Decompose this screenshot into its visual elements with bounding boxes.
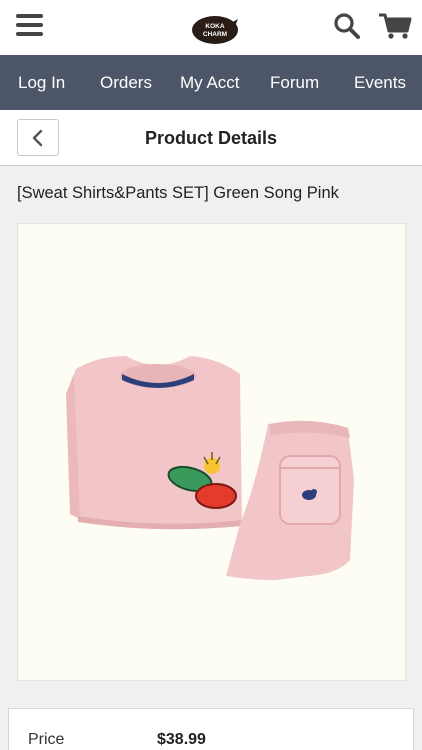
page-title: Product Details — [144, 128, 278, 148]
main-nav: Log In Orders My Acct Forum Events — [0, 55, 422, 110]
nav-login[interactable]: Log In — [18, 73, 65, 93]
nav-forum[interactable]: Forum — [270, 73, 319, 93]
nav-orders[interactable]: Orders — [100, 73, 152, 93]
search-icon[interactable] — [333, 12, 361, 40]
nav-events[interactable]: Events — [354, 73, 406, 93]
nav-my-account[interactable]: My Acct — [180, 73, 240, 93]
back-button[interactable] — [17, 119, 59, 156]
price-value: $38.99 — [157, 731, 206, 748]
price-info: Price $38.99 — [8, 708, 414, 750]
shopping-cart-icon[interactable] — [378, 12, 412, 40]
page-header: Product Details — [0, 110, 422, 166]
svg-text:KOKA: KOKA — [205, 23, 224, 30]
pants-illustration — [226, 420, 354, 580]
top-bar: KOKA CHARM — [0, 0, 422, 55]
product-title: [Sweat Shirts&Pants SET] Green Song Pink — [17, 184, 339, 202]
sweatshirt-illustration — [66, 356, 242, 530]
hamburger-menu-icon[interactable] — [16, 14, 43, 38]
product-image[interactable] — [17, 223, 406, 681]
chevron-left-icon — [32, 129, 43, 146]
brand-logo[interactable]: KOKA CHARM — [191, 15, 239, 45]
price-label: Price — [28, 731, 65, 748]
svg-text:CHARM: CHARM — [203, 31, 227, 38]
